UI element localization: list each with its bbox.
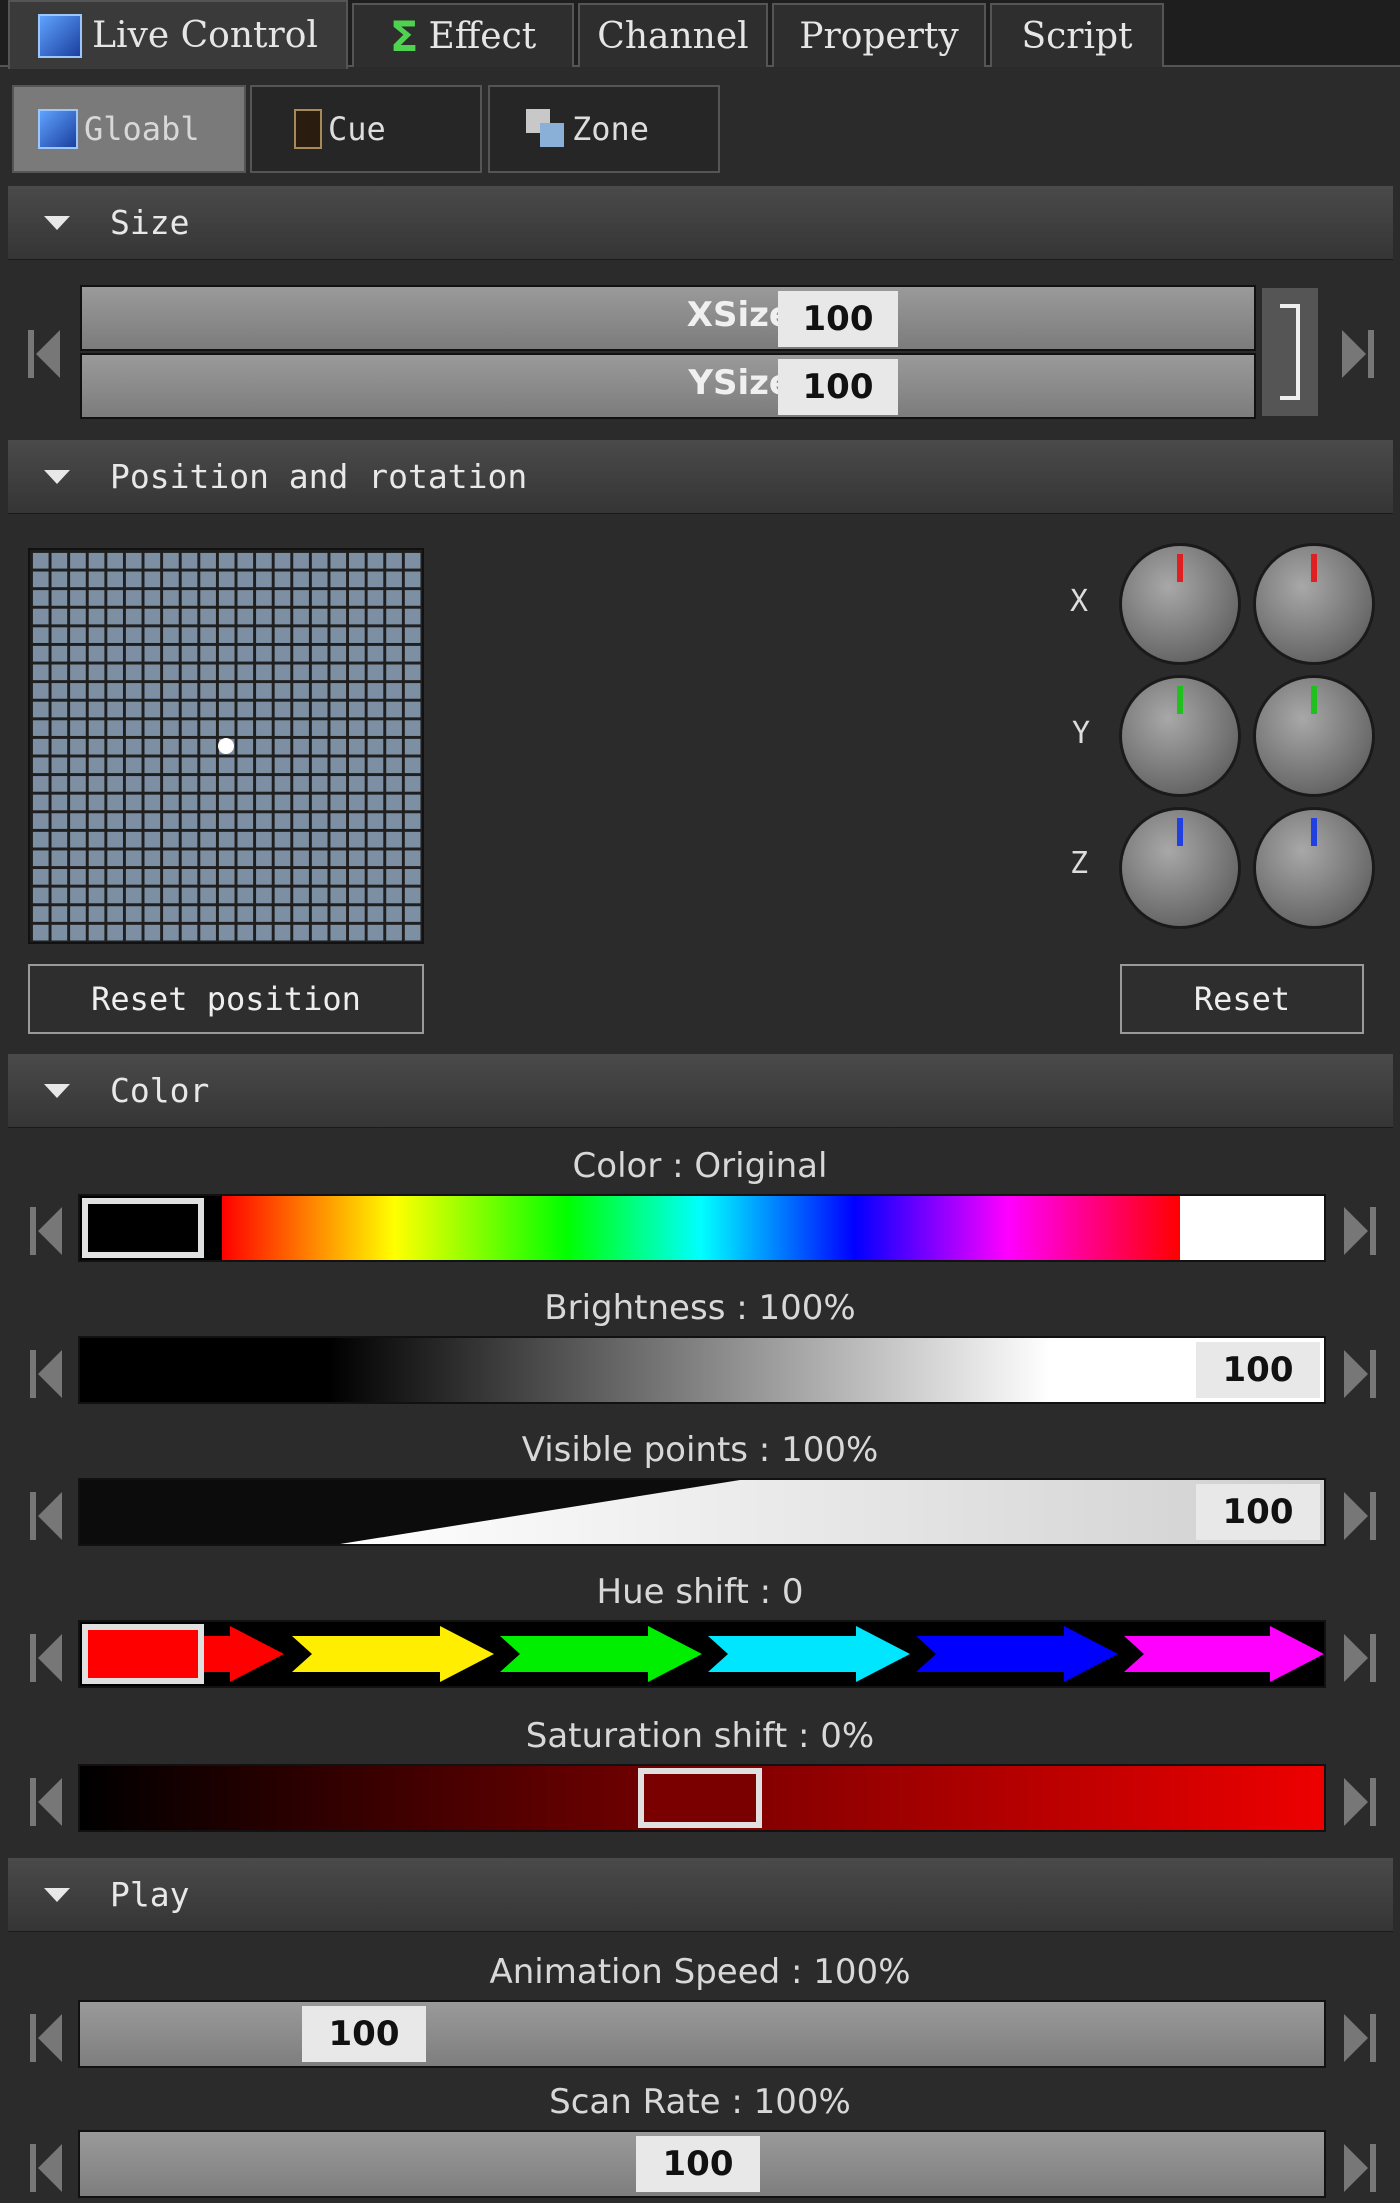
xsize-label: XSize xyxy=(686,295,792,335)
animation-speed-label: Animation Speed : 100% xyxy=(489,1952,911,1992)
hue-thumb[interactable] xyxy=(82,1624,204,1684)
section-header-color[interactable]: Color xyxy=(8,1054,1393,1128)
animation-speed-slider[interactable]: 100 xyxy=(78,2000,1326,2068)
subtab-label: Cue xyxy=(328,110,386,148)
subtab-global[interactable]: Gloabl xyxy=(12,85,246,173)
skip-forward-icon[interactable] xyxy=(1342,1205,1376,1257)
brightness-value[interactable]: 100 xyxy=(1196,1342,1320,1398)
axis-label-y: Y xyxy=(1072,716,1091,751)
white-swatch xyxy=(1180,1196,1324,1260)
collapse-triangle-icon xyxy=(44,469,70,484)
skip-forward-icon[interactable] xyxy=(1342,1490,1376,1542)
size-link-toggle[interactable] xyxy=(1262,288,1318,416)
ysize-label: YSize xyxy=(688,363,792,403)
skip-back-icon[interactable] xyxy=(30,1490,64,1542)
axis-label-x: X xyxy=(1070,584,1089,619)
tab-effect[interactable]: Σ Effect xyxy=(352,3,574,67)
ysize-slider[interactable]: YSize 100 xyxy=(80,353,1256,419)
visible-points-label: Visible points : 100% xyxy=(521,1430,879,1470)
tab-label: Script xyxy=(1021,15,1133,57)
tab-label: Live Control xyxy=(92,15,318,56)
tab-property[interactable]: Property xyxy=(772,3,986,67)
xsize-slider[interactable]: XSize 100 xyxy=(80,285,1256,351)
zone-icon xyxy=(526,109,566,149)
tab-script[interactable]: Script xyxy=(990,3,1164,67)
tab-channel[interactable]: Channel xyxy=(578,3,768,67)
rotation-knob-y-2[interactable] xyxy=(1256,678,1372,794)
section-header-size[interactable]: Size xyxy=(8,186,1393,260)
skip-forward-icon[interactable] xyxy=(1342,1348,1376,1400)
saturation-shift-slider[interactable] xyxy=(78,1764,1326,1832)
position-handle[interactable] xyxy=(218,738,234,754)
skip-back-icon[interactable] xyxy=(30,1348,64,1400)
skip-forward-icon[interactable] xyxy=(1342,1776,1376,1828)
color-label: Color : Original xyxy=(572,1146,828,1186)
saturation-thumb[interactable] xyxy=(638,1768,762,1828)
collapse-triangle-icon xyxy=(44,215,70,230)
xsize-value[interactable]: 100 xyxy=(778,291,898,347)
saturation-shift-label: Saturation shift : 0% xyxy=(525,1716,875,1756)
skip-back-icon[interactable] xyxy=(30,2012,64,2064)
monitor-icon xyxy=(38,109,78,149)
scan-rate-slider[interactable]: 100 xyxy=(78,2130,1326,2198)
visible-points-ramp xyxy=(340,1480,1324,1544)
subtab-cue[interactable]: Cue xyxy=(250,85,482,173)
tab-live-control[interactable]: Live Control xyxy=(8,0,348,69)
brightness-label: Brightness : 100% xyxy=(544,1288,856,1328)
brightness-slider[interactable]: 100 xyxy=(78,1336,1326,1404)
animation-speed-value[interactable]: 100 xyxy=(302,2006,426,2062)
skip-forward-icon[interactable] xyxy=(1342,2142,1376,2194)
visible-points-value[interactable]: 100 xyxy=(1196,1484,1320,1540)
skip-forward-icon[interactable] xyxy=(1342,2012,1376,2064)
section-title: Size xyxy=(110,203,190,242)
color-thumb[interactable] xyxy=(82,1198,204,1258)
rotation-knob-x-2[interactable] xyxy=(1256,546,1372,662)
ysize-value[interactable]: 100 xyxy=(778,359,898,415)
subtab-label: Gloabl xyxy=(84,110,200,148)
sigma-icon: Σ xyxy=(389,11,419,61)
hue-arrows xyxy=(84,1626,1324,1682)
rotation-knob-z-2[interactable] xyxy=(1256,810,1372,926)
section-header-position[interactable]: Position and rotation xyxy=(8,440,1393,514)
skip-back-icon[interactable] xyxy=(30,1632,64,1684)
section-title: Position and rotation xyxy=(110,457,528,496)
skip-back-icon[interactable] xyxy=(28,328,62,380)
tab-label: Property xyxy=(799,15,959,57)
section-title: Color xyxy=(110,1071,210,1110)
rotation-knob-y-1[interactable] xyxy=(1122,678,1238,794)
tab-label: Effect xyxy=(428,15,537,57)
monitor-icon xyxy=(38,13,83,58)
skip-forward-icon[interactable] xyxy=(1342,1632,1376,1684)
hue-shift-slider[interactable] xyxy=(78,1620,1326,1688)
axis-label-z: Z xyxy=(1070,846,1089,881)
subtab-zone[interactable]: Zone xyxy=(488,85,720,173)
skip-forward-icon[interactable] xyxy=(1340,328,1374,380)
color-slider[interactable] xyxy=(78,1194,1326,1262)
cue-icon xyxy=(294,109,322,149)
color-spectrum xyxy=(222,1196,1180,1260)
reset-rotation-button[interactable]: Reset xyxy=(1120,964,1364,1034)
skip-back-icon[interactable] xyxy=(30,2142,64,2194)
position-grid-pad[interactable] xyxy=(28,548,424,944)
scan-rate-value[interactable]: 100 xyxy=(636,2136,760,2192)
collapse-triangle-icon xyxy=(44,1083,70,1098)
collapse-triangle-icon xyxy=(44,1887,70,1902)
rotation-knob-z-1[interactable] xyxy=(1122,810,1238,926)
scan-rate-label: Scan Rate : 100% xyxy=(549,2082,851,2122)
section-title: Play xyxy=(110,1875,190,1914)
hue-shift-label: Hue shift : 0 xyxy=(596,1572,804,1612)
skip-back-icon[interactable] xyxy=(30,1776,64,1828)
subtab-label: Zone xyxy=(572,110,650,148)
visible-points-slider[interactable]: 100 xyxy=(78,1478,1326,1546)
section-header-play[interactable]: Play xyxy=(8,1858,1393,1932)
skip-back-icon[interactable] xyxy=(30,1205,64,1257)
reset-position-button[interactable]: Reset position xyxy=(28,964,424,1034)
rotation-knob-x-1[interactable] xyxy=(1122,546,1238,662)
tab-label: Channel xyxy=(597,15,749,57)
